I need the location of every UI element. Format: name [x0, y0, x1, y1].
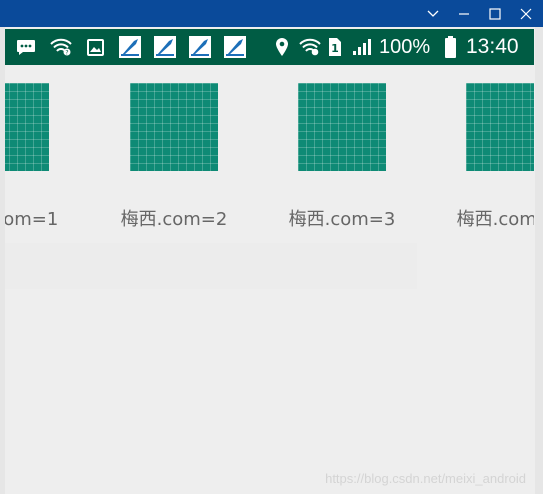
list-item-label: 梅西.com=3 — [288, 209, 396, 230]
list-item-image[interactable] — [466, 83, 534, 171]
list-item-image[interactable] — [5, 83, 49, 171]
status-bar: ? 1 100% 13:40 — [5, 29, 534, 65]
app-icon — [153, 29, 177, 65]
sim-icon: 1 — [326, 29, 344, 65]
list-item-image[interactable] — [298, 83, 386, 171]
location-icon — [273, 29, 291, 65]
window-titlebar — [0, 0, 543, 27]
maximize-icon[interactable] — [480, 0, 510, 27]
watermark: https://blog.csdn.net/meixi_android — [325, 471, 526, 486]
app-icon — [223, 29, 247, 65]
list-item-label: 梅西.com=1 — [5, 209, 59, 230]
battery-icon — [443, 29, 457, 65]
list-item-label: 梅西.com=4 — [456, 209, 534, 230]
svg-text:?: ? — [65, 50, 68, 57]
list-item-image[interactable] — [130, 83, 218, 171]
window-frame-right — [535, 27, 543, 494]
emulator-window: ? 1 100% 13:40 om=1 梅西.com=2 梅西.com=3 梅西… — [0, 0, 543, 494]
svg-text:1: 1 — [331, 42, 339, 55]
message-icon — [15, 29, 37, 65]
chevron-down-icon[interactable] — [418, 0, 448, 27]
faded-row — [5, 243, 417, 289]
status-time: 13:40 — [466, 35, 519, 58]
battery-percent: 100% — [379, 36, 431, 58]
wifi-icon — [298, 29, 322, 65]
app-icon — [188, 29, 212, 65]
horizontal-list[interactable]: 梅西.com=1 梅西.com=2 梅西.com=3 梅西.com=4 — [5, 65, 534, 494]
close-icon[interactable] — [511, 0, 541, 27]
device-screen: ? 1 100% 13:40 om=1 梅西.com=2 梅西.com=3 梅西… — [5, 27, 534, 494]
app-icon — [118, 29, 142, 65]
list-item-label: 梅西.com=2 — [120, 209, 228, 230]
signal-icon — [351, 29, 373, 65]
image-icon — [85, 29, 105, 65]
minimize-icon[interactable] — [449, 0, 479, 27]
wifi-question-icon: ? — [49, 29, 73, 65]
